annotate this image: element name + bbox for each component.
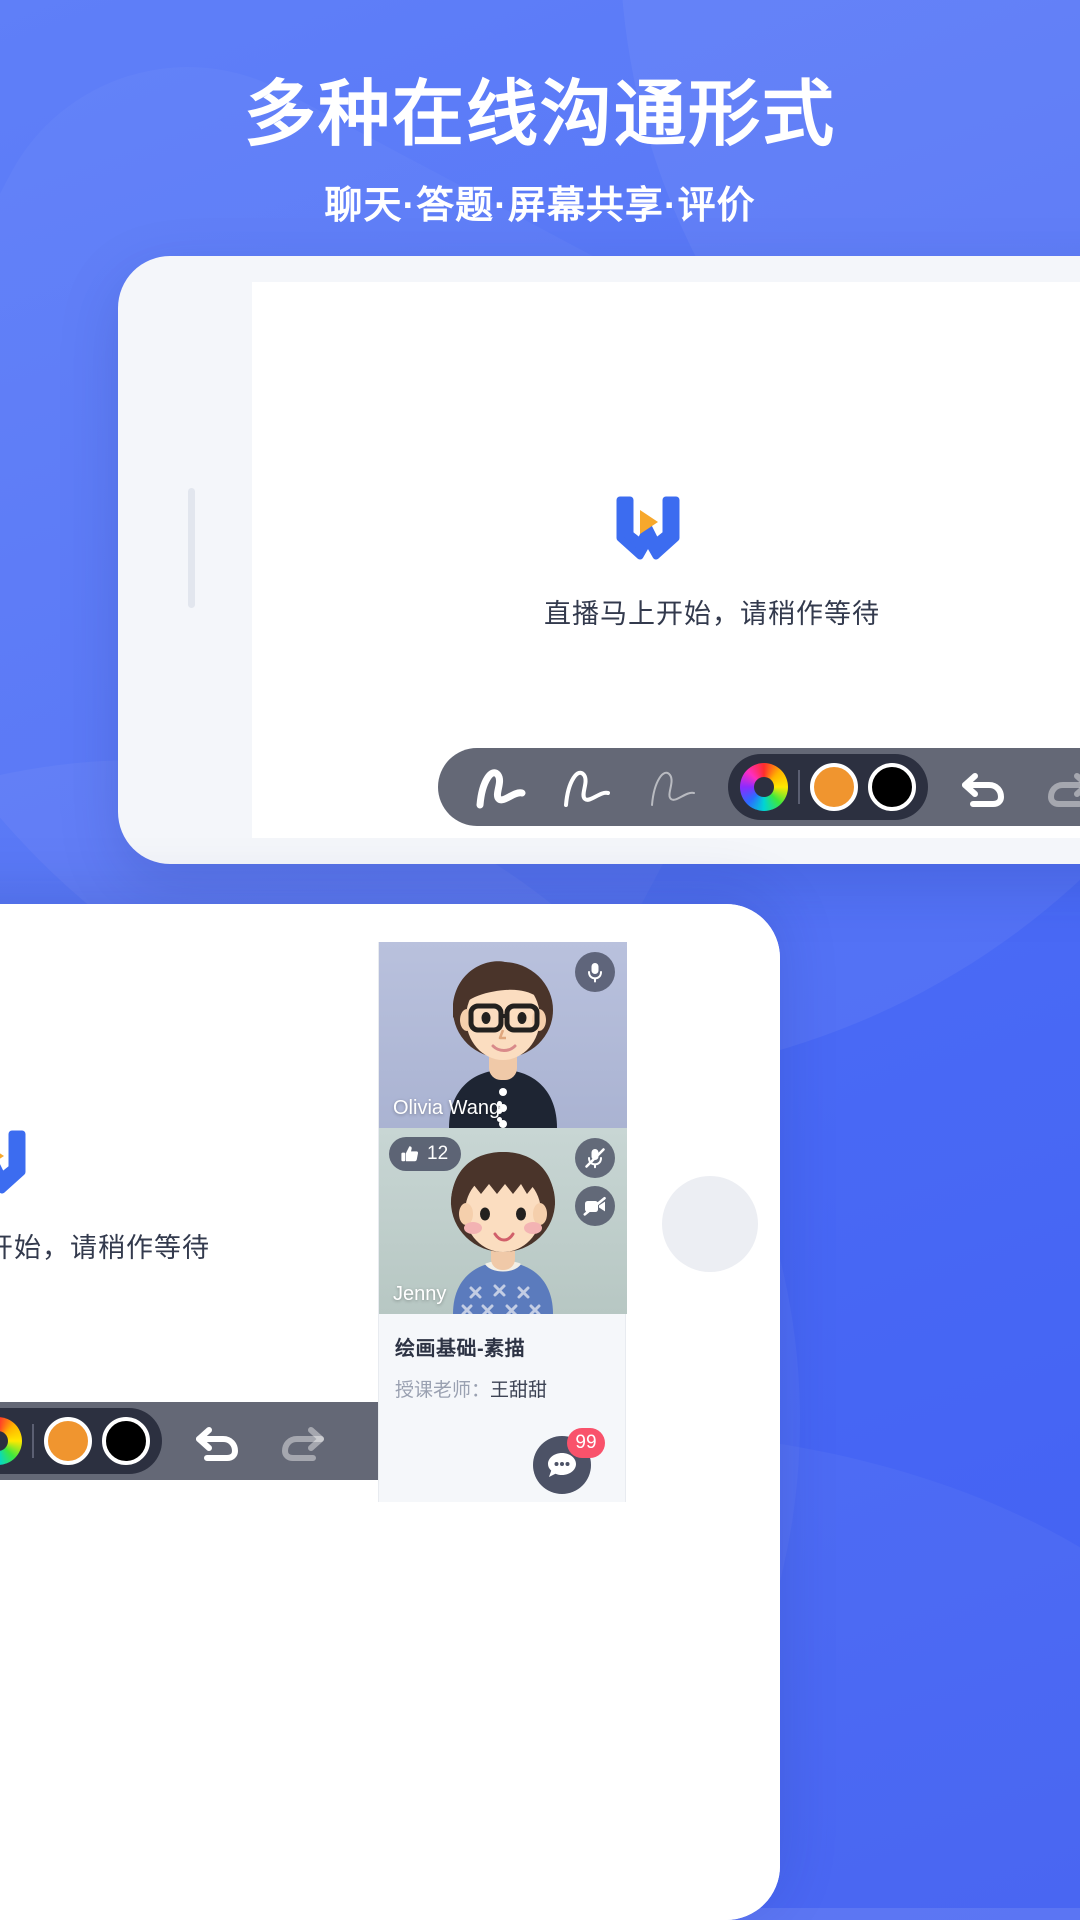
- floating-action-circle[interactable]: [662, 1176, 758, 1272]
- promo-page: 多种在线沟通形式 聊天·答题·屏幕共享·评价 直播马上开始，请稍作等待 始，请稍…: [0, 0, 1080, 1920]
- wps-logo: [616, 496, 680, 560]
- page-header: 多种在线沟通形式 聊天·答题·屏幕共享·评价: [0, 0, 1080, 229]
- drawing-toolbar: [438, 748, 1080, 826]
- tablet-waiting-text: 直播马上开始，请稍作等待: [544, 599, 880, 629]
- color-divider: [798, 770, 800, 804]
- course-title: 绘画基础-素描: [395, 1338, 526, 1360]
- thumbs-up-icon: [401, 1146, 419, 1162]
- participant-tile[interactable]: Olivia Wang: [379, 942, 627, 1128]
- color-swatch-orange[interactable]: [44, 1417, 92, 1465]
- participant-name: Jenny: [393, 1283, 447, 1305]
- redo-icon[interactable]: [1032, 750, 1080, 824]
- redo-icon[interactable]: [266, 1404, 340, 1478]
- color-wheel-icon[interactable]: [0, 1417, 22, 1465]
- participant-name: Olivia Wang: [393, 1097, 501, 1119]
- camera-off-icon[interactable]: [575, 1186, 615, 1226]
- color-swatch-orange[interactable]: [810, 763, 858, 811]
- like-count: 12: [427, 1143, 449, 1164]
- phone-waiting-text: 直播马上开始，请稍作等待: [0, 1233, 210, 1263]
- page-title: 多种在线沟通形式: [243, 75, 836, 155]
- microphone-muted-icon[interactable]: [575, 1138, 615, 1178]
- phone-screen: 直播马上开始，请稍作等待: [0, 904, 780, 1920]
- color-divider: [32, 1424, 34, 1458]
- course-teacher: 授课老师：王甜甜: [395, 1375, 611, 1402]
- more-options-icon[interactable]: [497, 1101, 502, 1122]
- page-subtitle: 聊天·答题·屏幕共享·评价: [324, 184, 756, 227]
- color-swatch-black[interactable]: [868, 763, 916, 811]
- tablet-device: 直播马上开始，请稍作等待: [118, 256, 1080, 864]
- brush-thin-icon[interactable]: [636, 750, 710, 824]
- phone-device: 直播马上开始，请稍作等待: [0, 904, 780, 1920]
- chat-unread-badge: 99: [567, 1428, 605, 1458]
- color-wheel-icon[interactable]: [740, 763, 788, 811]
- undo-icon[interactable]: [946, 750, 1020, 824]
- phone-color-picker-group: [0, 1408, 162, 1474]
- wps-logo: [0, 1130, 26, 1194]
- course-teacher-name: 王甜甜: [490, 1380, 548, 1401]
- participants-panel: Olivia Wang 12 Jenny 绘画基础-素描 授课老师：王甜甜 99: [378, 942, 627, 1502]
- brush-medium-icon[interactable]: [550, 750, 624, 824]
- undo-icon[interactable]: [180, 1404, 254, 1478]
- participant-tile[interactable]: 12 Jenny: [379, 1128, 627, 1314]
- color-swatch-black[interactable]: [102, 1417, 150, 1465]
- tablet-side-button: [188, 488, 195, 608]
- tablet-screen: 直播马上开始，请稍作等待: [252, 282, 1080, 838]
- course-info: 绘画基础-素描 授课老师：王甜甜: [379, 1314, 627, 1402]
- microphone-icon[interactable]: [575, 952, 615, 992]
- like-count-badge: 12: [389, 1137, 462, 1171]
- course-teacher-label: 授课老师：: [395, 1380, 491, 1401]
- brush-thick-icon[interactable]: [464, 750, 538, 824]
- color-picker-group: [728, 754, 928, 820]
